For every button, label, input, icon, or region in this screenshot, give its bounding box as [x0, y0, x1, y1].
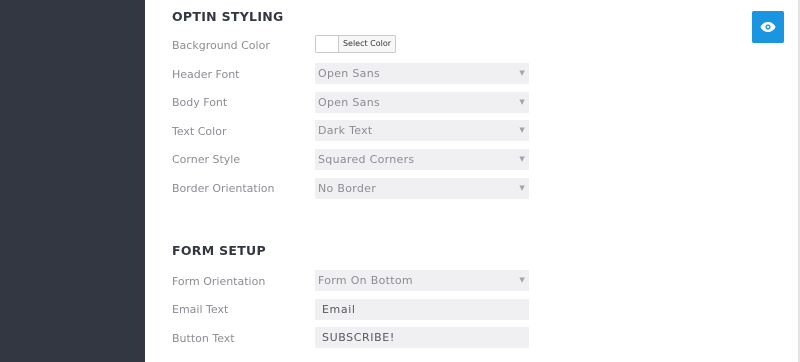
chevron-down-icon: ▼ — [519, 184, 525, 192]
color-swatch[interactable] — [316, 36, 339, 52]
sidebar — [0, 0, 145, 362]
button-text-input[interactable]: SUBSCRIBE! — [315, 327, 529, 348]
text-color-value: Dark Text — [318, 124, 373, 137]
body-font-select[interactable]: Open Sans ▼ — [315, 92, 529, 113]
border-orientation-value: No Border — [318, 182, 377, 195]
eye-icon — [760, 22, 776, 32]
chevron-down-icon: ▼ — [519, 69, 525, 77]
chevron-down-icon: ▼ — [519, 155, 525, 163]
section-title-optin-styling: OPTIN STYLING — [172, 9, 284, 24]
header-font-select[interactable]: Open Sans ▼ — [315, 63, 529, 84]
preview-button[interactable] — [752, 11, 784, 43]
border-orientation-label: Border Orientation — [172, 182, 275, 195]
header-font-label: Header Font — [172, 68, 240, 81]
chevron-down-icon: ▼ — [519, 98, 525, 106]
header-font-value: Open Sans — [318, 67, 381, 80]
border-orientation-select[interactable]: No Border ▼ — [315, 178, 529, 199]
body-font-value: Open Sans — [318, 96, 381, 109]
select-color-button[interactable]: Select Color — [339, 36, 395, 52]
background-color-label: Background Color — [172, 39, 270, 52]
text-color-label: Text Color — [172, 125, 227, 138]
form-orientation-label: Form Orientation — [172, 275, 266, 288]
form-orientation-value: Form On Bottom — [318, 274, 413, 287]
corner-style-select[interactable]: Squared Corners ▼ — [315, 149, 529, 170]
body-font-label: Body Font — [172, 96, 228, 109]
email-text-input[interactable]: Email — [315, 299, 529, 320]
button-text-label: Button Text — [172, 332, 235, 345]
corner-style-label: Corner Style — [172, 153, 241, 166]
corner-style-value: Squared Corners — [318, 153, 415, 166]
background-color-picker[interactable]: Select Color — [315, 35, 396, 53]
chevron-down-icon: ▼ — [519, 126, 525, 134]
form-orientation-select[interactable]: Form On Bottom ▼ — [315, 270, 529, 291]
chevron-down-icon: ▼ — [519, 276, 525, 284]
section-title-form-setup: FORM SETUP — [172, 243, 266, 258]
text-color-select[interactable]: Dark Text ▼ — [315, 120, 529, 141]
email-text-label: Email Text — [172, 303, 229, 316]
